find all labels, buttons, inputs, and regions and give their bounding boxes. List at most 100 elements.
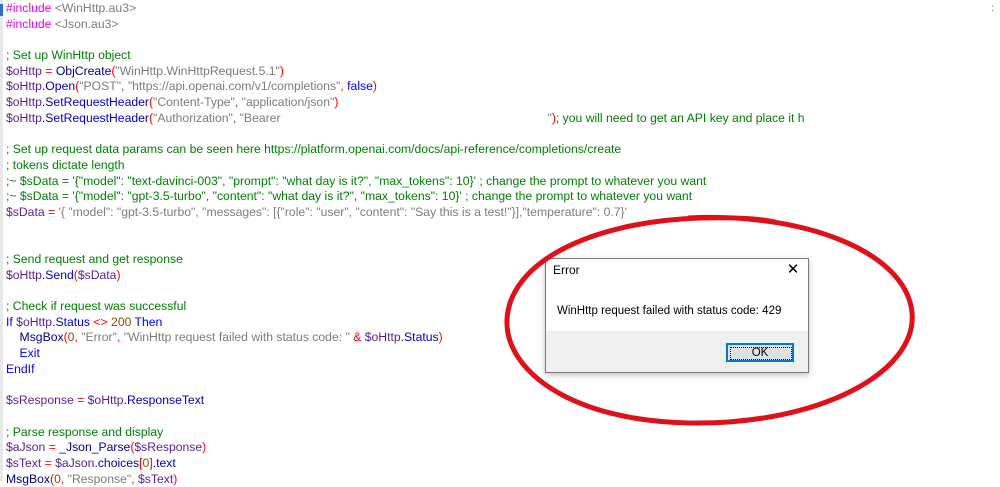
code-token: <WinHttp.au3>	[54, 1, 137, 15]
code-token: )	[372, 79, 377, 94]
code-token: $sResponse	[6, 393, 74, 408]
code-token: $sText	[6, 455, 42, 470]
code-token: $sData	[77, 267, 117, 282]
code-token: If	[6, 314, 17, 329]
code-token: $aJson	[6, 440, 46, 455]
code-token: $sText	[137, 471, 174, 486]
ok-focus-rect	[730, 347, 792, 360]
close-icon[interactable]: ✕	[782, 260, 804, 280]
code-token: Then	[131, 314, 163, 329]
code-token: 200	[111, 314, 132, 329]
code-token: .Send	[41, 267, 74, 282]
error-dialog: Error ✕ WinHttp request failed with stat…	[545, 258, 809, 373]
code-token: =	[41, 455, 56, 470]
code-token: ; tokens dictate length	[6, 157, 125, 172]
code-line: $sData = '{ "model": "gpt-3.5-turbo", "m…	[6, 205, 996, 221]
code-line: $oHttp.SetRequestHeader("Content-Type", …	[6, 95, 996, 111]
dialog-message: WinHttp request failed with status code:…	[557, 305, 782, 317]
code-token: $oHttp	[16, 314, 53, 329]
code-line: EndIf	[6, 362, 996, 378]
code-token: ;~ $sData = '{"model": "text-davinci-003…	[6, 173, 707, 188]
code-token: #include	[6, 16, 55, 31]
code-token: ObjCreate	[55, 63, 112, 78]
code-line: $oHttp.Send($sData)	[6, 268, 996, 284]
code-token: false	[347, 79, 373, 94]
code-token: you will need to get an API key and plac…	[562, 110, 805, 125]
code-token: "Bearer	[239, 110, 284, 125]
code-token: )	[438, 330, 443, 345]
code-line: ;~ $sData = '{"model": "gpt-3.5-turbo", …	[6, 189, 996, 205]
dialog-footer: OK	[546, 331, 808, 372]
code-token: =	[73, 393, 88, 408]
code-token: $sData	[6, 204, 45, 219]
code-token: .Status	[52, 314, 91, 329]
code-token: &	[349, 330, 365, 345]
code-token: "Response"	[67, 471, 132, 486]
code-token: '{ "model": "gpt-3.5-turbo", "messages":…	[58, 204, 627, 219]
code-token: .SetRequestHeader	[41, 110, 149, 125]
code-line: $oHttp.SetRequestHeader("Authorization",…	[6, 111, 996, 127]
code-token: $oHttp	[6, 95, 42, 110]
code-token: =	[44, 204, 59, 219]
code-token: ; Parse response and display	[6, 424, 164, 439]
code-token: );	[551, 110, 563, 125]
code-token: "application/json"	[241, 95, 335, 110]
code-token: .choices	[94, 455, 140, 470]
code-line: ; Check if request was successful	[6, 299, 996, 315]
code-editor[interactable]: #include <WinHttp.au3> #include <Json.au3…	[0, 0, 1000, 486]
code-token: ,	[121, 79, 128, 94]
editor-gutter	[0, 0, 3, 481]
code-token: EndIf	[6, 361, 35, 376]
code-token: .ResponseText	[123, 393, 205, 408]
code-token: ,	[232, 110, 240, 125]
code-token: ; Set up WinHttp object	[6, 48, 131, 63]
code-area[interactable]: #include <WinHttp.au3> #include <Json.au3…	[6, 1, 996, 487]
code-token: $oHttp	[6, 79, 42, 94]
code-token: $oHttp	[6, 63, 42, 78]
dialog-titlebar[interactable]: Error ✕	[546, 259, 808, 281]
code-line: MsgBox(0, "Error", "WinHttp request fail…	[6, 330, 996, 346]
code-line: If $oHttp.Status <> 200 Then	[6, 315, 996, 331]
code-token: =	[41, 63, 56, 78]
dialog-body: WinHttp request failed with status code:…	[546, 281, 808, 331]
code-token: MsgBox	[19, 330, 64, 345]
code-token: #include	[6, 1, 55, 15]
code-line: ; Set up request data params can be seen…	[6, 142, 996, 158]
code-token: ; Set up request data params can be seen…	[6, 142, 622, 157]
scroll-indicator: :	[991, 3, 994, 14]
current-line-marker	[0, 4, 3, 16]
code-token: $aJson	[55, 455, 95, 470]
code-token: ; Send request and get response	[6, 252, 183, 266]
code-token: .Status	[400, 330, 439, 345]
code-line: #include <Json.au3>	[6, 17, 996, 33]
code-token: <Json.au3>	[54, 16, 119, 31]
code-token: $sResponse	[134, 440, 203, 455]
code-token: "WinHttp.WinHttpRequest.5.1"	[115, 63, 280, 78]
code-token: ,	[116, 330, 124, 345]
code-token: ; Check if request was successful	[6, 299, 187, 314]
dialog-title: Error	[553, 263, 580, 277]
code-token: )	[279, 63, 284, 78]
code-token: )	[173, 471, 178, 486]
code-token: "	[445, 110, 552, 125]
code-token: ,	[60, 471, 68, 486]
code-token: $oHttp	[6, 267, 42, 282]
code-line: #include <WinHttp.au3>	[6, 1, 996, 17]
code-token: ,	[131, 471, 138, 486]
code-line: ; Send request and get response	[6, 252, 996, 268]
code-token: .text	[152, 455, 176, 470]
code-token: "Error"	[81, 330, 117, 345]
code-token: "Content-Type"	[153, 95, 235, 110]
ok-button[interactable]: OK	[726, 343, 794, 362]
code-token: ;~ $sData = '{"model": "gpt-3.5-turbo", …	[6, 189, 693, 204]
code-line: $oHttp = ObjCreate("WinHttp.WinHttpReque…	[6, 64, 996, 80]
code-token: )	[334, 95, 339, 110]
code-line: ; tokens dictate length	[6, 158, 996, 174]
